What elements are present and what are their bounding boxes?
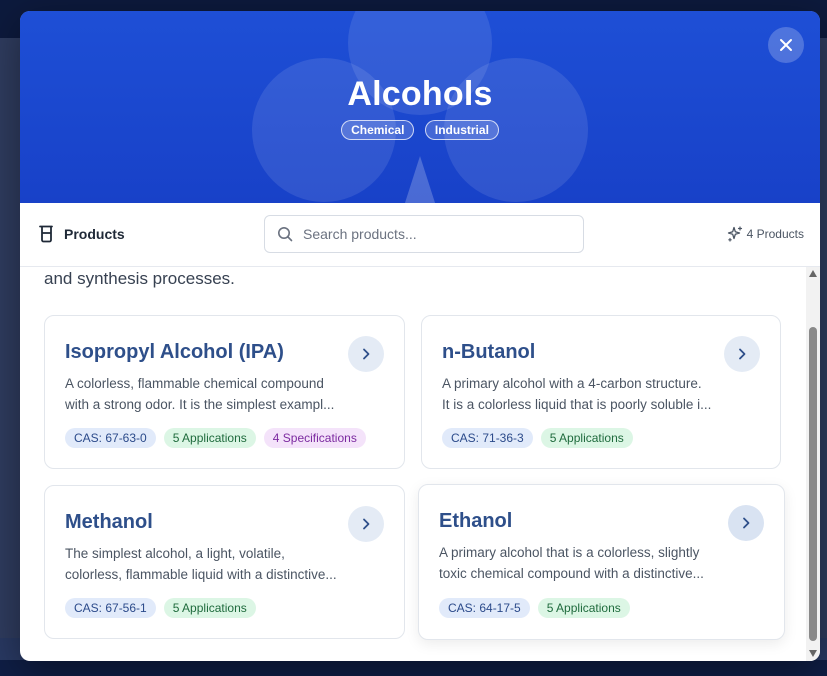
applications-badge: 5 Applications: [163, 428, 256, 448]
scroll-up-icon[interactable]: [809, 270, 817, 277]
product-description-line: A primary alcohol that is a colorless, s…: [439, 545, 700, 560]
product-description: The simplest alcohol, a light, volatile,…: [65, 543, 365, 585]
product-badges: CAS: 67-56-1 5 Applications: [65, 598, 256, 618]
cas-badge: CAS: 71-36-3: [442, 428, 533, 448]
product-name: Methanol: [65, 511, 153, 533]
chevron-right-icon: [363, 518, 370, 530]
products-heading: Products: [38, 225, 125, 243]
product-count-label: 4 Products: [746, 227, 804, 241]
products-content: and synthesis processes. Isopropyl Alcoh…: [20, 267, 820, 661]
chevron-right-icon: [363, 348, 370, 360]
product-name: n-Butanol: [442, 341, 536, 363]
search-input[interactable]: [303, 226, 563, 242]
product-description: A primary alcohol with a 4-carbon struct…: [442, 373, 742, 415]
applications-badge: 5 Applications: [537, 598, 630, 618]
tag-industrial: Industrial: [424, 120, 499, 140]
cas-badge: CAS: 67-63-0: [65, 428, 156, 448]
hero-decoration-stem: [404, 156, 436, 203]
product-name: Ethanol: [439, 510, 513, 532]
close-button[interactable]: [768, 27, 804, 63]
applications-badge: 5 Applications: [163, 598, 256, 618]
product-badges: CAS: 67-63-0 5 Applications 4 Specificat…: [65, 428, 366, 448]
product-card-n-butanol[interactable]: n-Butanol A primary alcohol with a 4-car…: [421, 315, 781, 469]
tag-chemical: Chemical: [341, 120, 415, 140]
cas-badge: CAS: 64-17-5: [439, 598, 530, 618]
category-description: and synthesis processes.: [44, 269, 235, 288]
product-description-line: A colorless, flammable chemical compound: [65, 376, 324, 391]
open-product-button[interactable]: [348, 506, 384, 542]
product-name: Isopropyl Alcohol (IPA): [65, 341, 284, 363]
search-box[interactable]: [264, 215, 584, 253]
applications-badge: 5 Applications: [540, 428, 633, 448]
product-description: A primary alcohol that is a colorless, s…: [439, 542, 739, 584]
product-description-line: A primary alcohol with a 4-carbon struct…: [442, 376, 702, 391]
category-modal: Alcohols Chemical Industrial Products Se…: [20, 11, 820, 661]
products-label: Products: [64, 226, 125, 242]
product-card-methanol[interactable]: Methanol The simplest alcohol, a light, …: [44, 485, 405, 639]
backdrop-right: [820, 38, 827, 638]
chevron-right-icon: [743, 517, 750, 529]
product-count: 4 Products: [727, 226, 804, 242]
search-icon: [278, 227, 293, 242]
product-description-line: The simplest alcohol, a light, volatile,: [65, 546, 285, 561]
close-icon: [780, 39, 792, 51]
scroll-down-icon[interactable]: [809, 650, 817, 657]
backdrop-left: [0, 38, 20, 638]
backdrop-footer: [0, 660, 827, 676]
open-product-button[interactable]: [348, 336, 384, 372]
product-card-isopropyl-alcohol[interactable]: Isopropyl Alcohol (IPA) A colorless, fla…: [44, 315, 405, 469]
product-description-line: colorless, flammable liquid with a disti…: [65, 567, 337, 582]
open-product-button[interactable]: [728, 505, 764, 541]
category-hero: Alcohols Chemical Industrial: [20, 11, 820, 203]
product-description-line: It is a colorless liquid that is poorly …: [442, 397, 712, 412]
chevron-right-icon: [739, 348, 746, 360]
open-product-button[interactable]: [724, 336, 760, 372]
product-badges: CAS: 64-17-5 5 Applications: [439, 598, 630, 618]
category-title: Alcohols: [347, 75, 493, 113]
products-toolbar: Products 4 Products: [20, 203, 820, 267]
category-tags: Chemical Industrial: [20, 120, 820, 140]
product-description: A colorless, flammable chemical compound…: [65, 373, 365, 415]
specifications-badge: 4 Specifications: [263, 428, 366, 448]
product-description-line: with a strong odor. It is the simplest e…: [65, 397, 335, 412]
product-badges: CAS: 71-36-3 5 Applications: [442, 428, 633, 448]
content-scrollbar[interactable]: [806, 267, 820, 661]
cas-badge: CAS: 67-56-1: [65, 598, 156, 618]
scrollbar-thumb[interactable]: [809, 327, 817, 641]
sparkles-icon: [727, 226, 742, 242]
product-card-ethanol[interactable]: Ethanol A primary alcohol that is a colo…: [418, 484, 785, 640]
beaker-icon: [39, 225, 53, 243]
product-description-line: toxic chemical compound with a distincti…: [439, 566, 704, 581]
